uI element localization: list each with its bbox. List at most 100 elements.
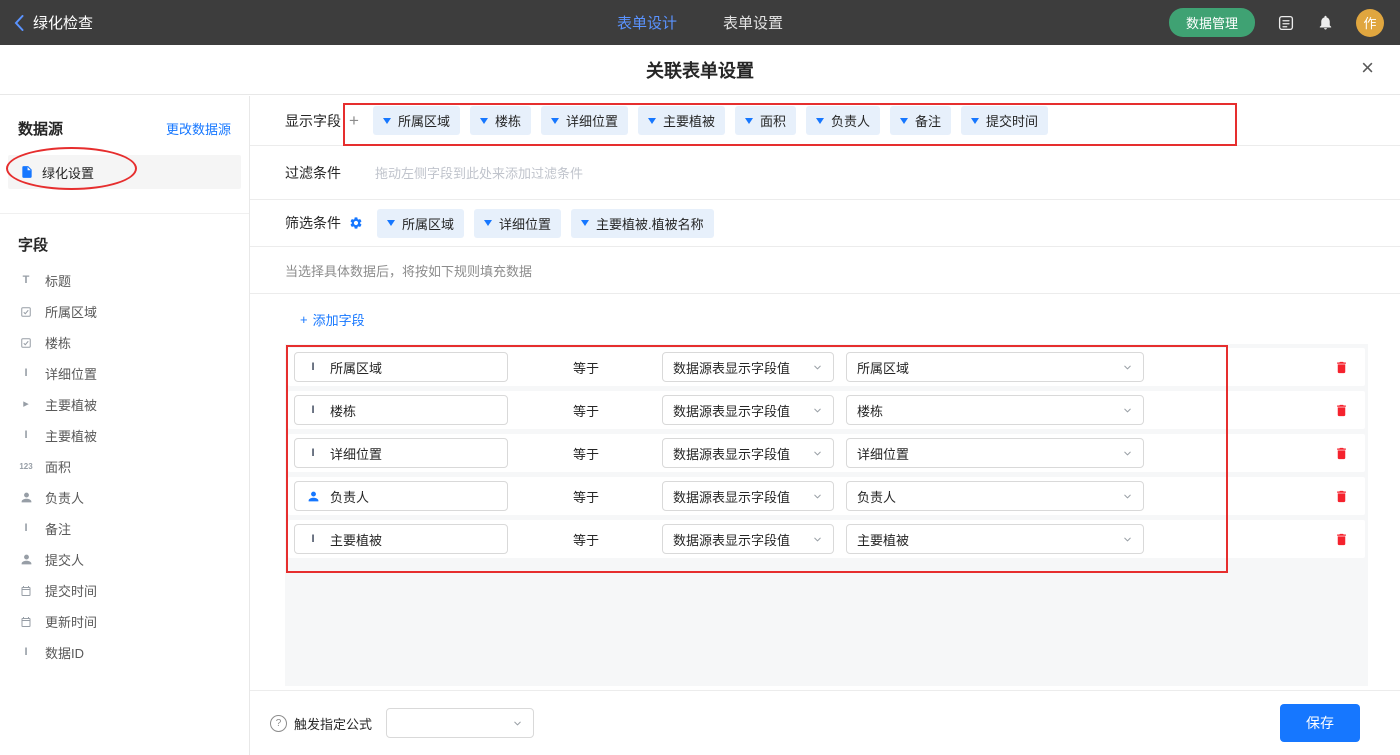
topbar-right: 数据管理 作 — [1169, 0, 1384, 45]
document-icon — [20, 165, 34, 179]
datasource-title: 数据源 — [18, 118, 63, 139]
sidebar-field-label: 主要植被 — [45, 426, 97, 445]
rule-target-dropdown[interactable]: 负责人 — [846, 481, 1144, 511]
add-field-link[interactable]: + 添加字段 — [300, 310, 365, 329]
chevron-down-icon — [812, 405, 823, 416]
formula-select[interactable] — [386, 708, 534, 738]
text-icon: T — [18, 275, 34, 286]
field-chip[interactable]: 主要植被.植被名称 — [571, 209, 714, 238]
rule-source-dropdown[interactable]: 数据源表显示字段值 — [662, 438, 834, 468]
rule-field-box[interactable]: I 主要植被 — [294, 524, 508, 554]
chevron-down-icon — [1122, 491, 1133, 502]
tab-form-design[interactable]: 表单设计 — [617, 12, 677, 33]
field-chip[interactable]: 详细位置 — [541, 106, 628, 135]
rule-field-box[interactable]: I 详细位置 — [294, 438, 508, 468]
bell-icon[interactable] — [1317, 14, 1334, 31]
input-icon: I — [18, 430, 34, 441]
rule-field-box[interactable]: I 所属区域 — [294, 352, 508, 382]
trash-icon[interactable] — [1334, 489, 1349, 504]
rule-field-label: 所属区域 — [330, 358, 382, 377]
caret-down-icon — [745, 118, 753, 124]
rule-target-dropdown[interactable]: 主要植被 — [846, 524, 1144, 554]
input-icon: I — [305, 448, 321, 459]
trash-icon[interactable] — [1334, 532, 1349, 547]
field-chip[interactable]: 主要植被 — [638, 106, 725, 135]
rule-target-dropdown[interactable]: 详细位置 — [846, 438, 1144, 468]
rule-source-dropdown[interactable]: 数据源表显示字段值 — [662, 524, 834, 554]
rule-target-value: 负责人 — [857, 487, 896, 506]
save-button[interactable]: 保存 — [1280, 704, 1360, 742]
rule-target-dropdown[interactable]: 楼栋 — [846, 395, 1144, 425]
add-display-field-icon[interactable]: + — [349, 112, 359, 129]
sidebar-field-label: 备注 — [45, 519, 71, 538]
topbar: 绿化检查 表单设计 表单设置 数据管理 作 — [0, 0, 1400, 45]
screen-filter-label: 筛选条件 — [285, 213, 341, 233]
close-icon[interactable]: × — [1361, 57, 1374, 79]
sidebar-field-item[interactable]: 所属区域 — [0, 296, 249, 327]
change-datasource-link[interactable]: 更改数据源 — [166, 119, 231, 138]
help-icon[interactable]: ? — [270, 715, 287, 732]
avatar[interactable]: 作 — [1356, 9, 1384, 37]
rule-operator-label: 等于 — [573, 530, 599, 549]
rule-source-value: 数据源表显示字段值 — [673, 401, 790, 420]
trash-icon[interactable] — [1334, 403, 1349, 418]
trash-icon[interactable] — [1334, 360, 1349, 375]
rule-source-value: 数据源表显示字段值 — [673, 530, 790, 549]
sidebar-field-item[interactable]: I 数据ID — [0, 637, 249, 668]
chip-label: 备注 — [915, 111, 941, 130]
rule-source-dropdown[interactable]: 数据源表显示字段值 — [662, 395, 834, 425]
filter-placeholder[interactable]: 拖动左侧字段到此处来添加过滤条件 — [375, 163, 583, 182]
field-chip[interactable]: 提交时间 — [961, 106, 1048, 135]
datasource-header: 数据源 更改数据源 — [0, 96, 249, 153]
field-chip[interactable]: 负责人 — [806, 106, 880, 135]
screen-chip-list: 所属区域 详细位置 主要植被.植被名称 — [377, 209, 714, 238]
field-chip[interactable]: 所属区域 — [377, 209, 464, 238]
rule-field-label: 负责人 — [330, 487, 369, 506]
sidebar-field-item[interactable]: I 主要植被 — [0, 420, 249, 451]
chip-label: 提交时间 — [986, 111, 1038, 130]
tab-form-settings[interactable]: 表单设置 — [723, 12, 783, 33]
sidebar-field-item[interactable]: T 标题 — [0, 265, 249, 296]
field-chip[interactable]: 所属区域 — [373, 106, 460, 135]
sidebar-field-item[interactable]: I 备注 — [0, 513, 249, 544]
rule-rows: I 所属区域 等于 数据源表显示字段值 所属区域 I 楼栋 等于 数据源表显示字… — [288, 348, 1365, 558]
sidebar-field-item[interactable]: 更新时间 — [0, 606, 249, 637]
field-chip[interactable]: 备注 — [890, 106, 951, 135]
data-manage-button[interactable]: 数据管理 — [1169, 8, 1255, 37]
datasource-item[interactable]: 绿化设置 — [8, 155, 241, 189]
sidebar-field-item[interactable]: 提交时间 — [0, 575, 249, 606]
sidebar-field-item[interactable]: 提交人 — [0, 544, 249, 575]
chip-label: 楼栋 — [495, 111, 521, 130]
gear-icon[interactable] — [349, 216, 363, 230]
rule-field-box[interactable]: I 楼栋 — [294, 395, 508, 425]
sidebar-field-item[interactable]: 123 面积 — [0, 451, 249, 482]
sidebar-field-label: 楼栋 — [45, 333, 71, 352]
rule-source-dropdown[interactable]: 数据源表显示字段值 — [662, 481, 834, 511]
rules-panel: I 所属区域 等于 数据源表显示字段值 所属区域 I 楼栋 等于 数据源表显示字… — [285, 344, 1368, 686]
rule-target-value: 所属区域 — [857, 358, 909, 377]
sidebar-field-item[interactable]: I 详细位置 — [0, 358, 249, 389]
number-icon: 123 — [18, 463, 34, 471]
field-chip[interactable]: 面积 — [735, 106, 796, 135]
sidebar-field-item[interactable]: 楼栋 — [0, 327, 249, 358]
rule-operator-label: 等于 — [573, 444, 599, 463]
field-chip[interactable]: 楼栋 — [470, 106, 531, 135]
rule-target-value: 楼栋 — [857, 401, 883, 420]
trash-icon[interactable] — [1334, 446, 1349, 461]
input-icon: I — [18, 368, 34, 379]
sidebar-field-label: 提交人 — [45, 550, 84, 569]
rule-field-box[interactable]: 负责人 — [294, 481, 508, 511]
modal-header: 关联表单设置 × — [0, 45, 1400, 95]
sidebar-field-label: 提交时间 — [45, 581, 97, 600]
caret-down-icon — [383, 118, 391, 124]
sidebar-field-label: 详细位置 — [45, 364, 97, 383]
document-badge-icon[interactable] — [1277, 14, 1295, 32]
rule-field-label: 主要植被 — [330, 530, 382, 549]
rule-source-dropdown[interactable]: 数据源表显示字段值 — [662, 352, 834, 382]
field-chip[interactable]: 详细位置 — [474, 209, 561, 238]
sidebar-field-item[interactable]: 负责人 — [0, 482, 249, 513]
caret-down-icon — [971, 118, 979, 124]
rule-target-dropdown[interactable]: 所属区域 — [846, 352, 1144, 382]
modal-title: 关联表单设置 — [0, 45, 1400, 95]
sidebar-field-item[interactable]: ▸ 主要植被 — [0, 389, 249, 420]
